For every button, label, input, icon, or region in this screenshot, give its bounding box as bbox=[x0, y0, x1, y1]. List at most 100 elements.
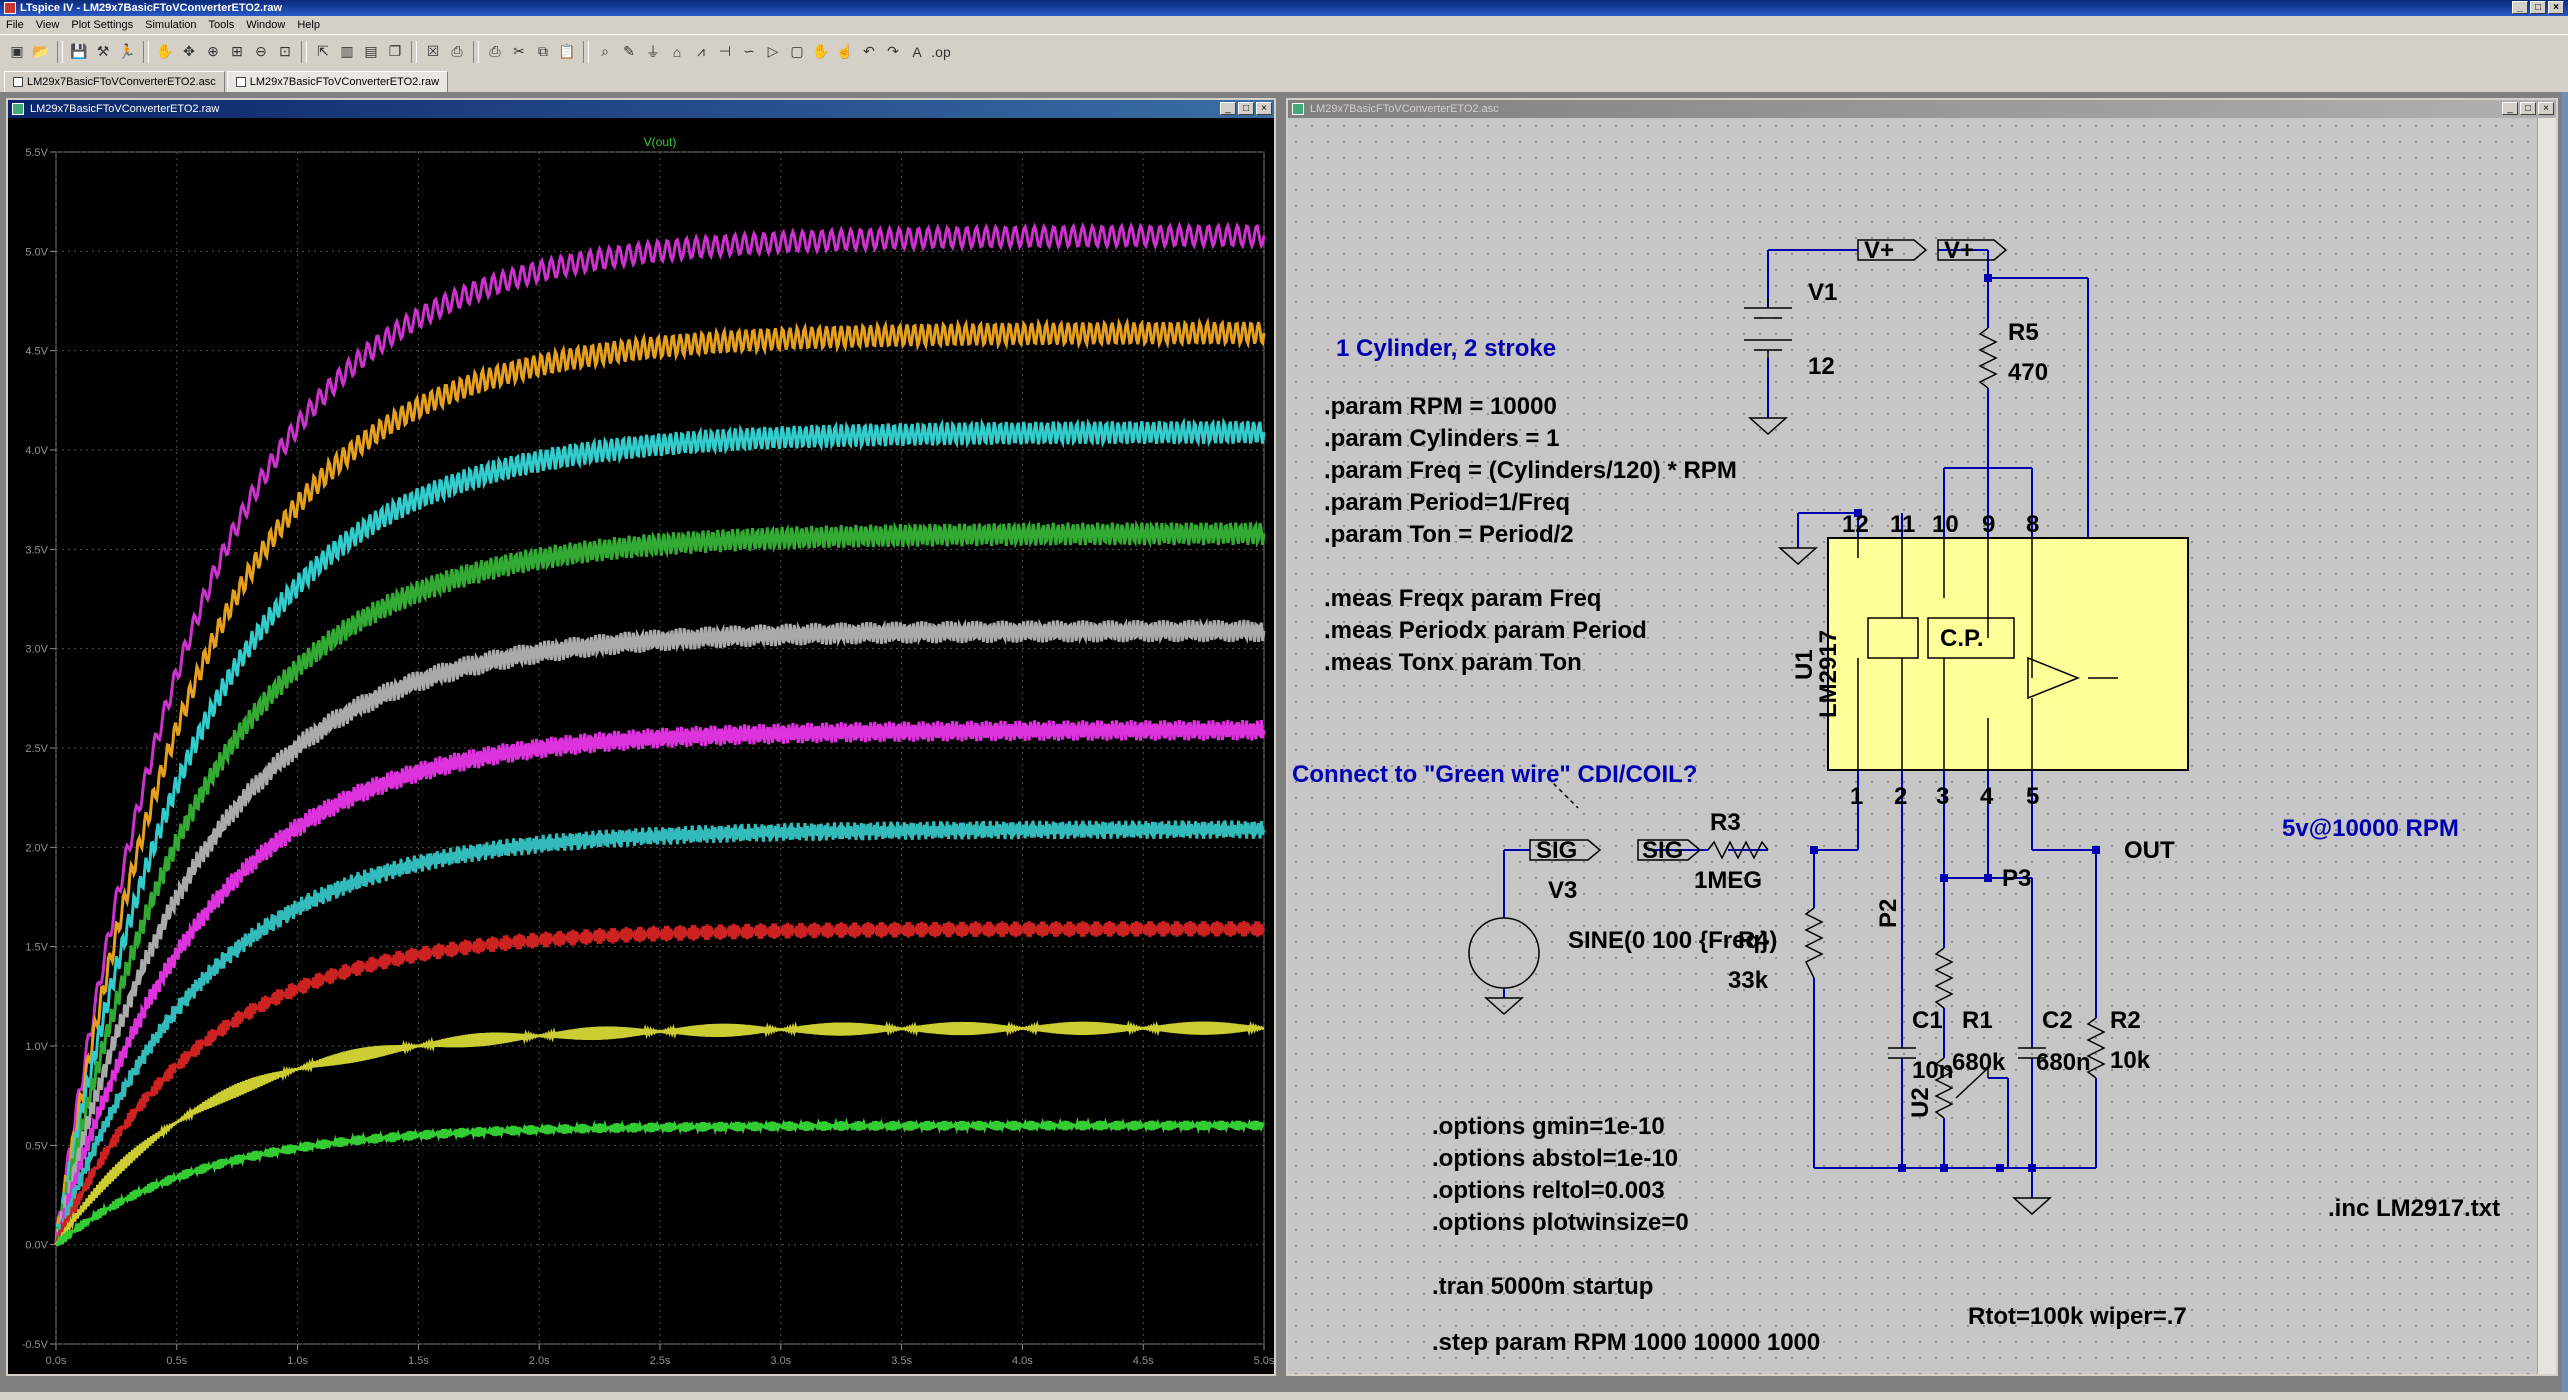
r2-value: 10k bbox=[2110, 1047, 2151, 1074]
c1-value: 10n bbox=[1912, 1057, 1953, 1084]
waveform-plot-area[interactable]: 5.5V 5.0V 4.5V 4.0V 3.5V 3.0V 2.5V 2.0V 1.5V 1.0V… bbox=[8, 118, 1275, 1374]
pin-10-label: 10 bbox=[1932, 511, 1959, 538]
wire-icon[interactable]: ✎ bbox=[618, 41, 640, 63]
cut-icon[interactable]: ✂ bbox=[508, 41, 530, 63]
toolbar-separator bbox=[143, 40, 149, 63]
zoom-out-icon[interactable]: ⊖ bbox=[250, 41, 272, 63]
print-icon[interactable]: ⎙ bbox=[484, 41, 506, 63]
undo-icon[interactable]: ↶ bbox=[858, 41, 880, 63]
schematic-file-icon bbox=[13, 77, 23, 87]
toolbar-separator bbox=[473, 40, 479, 63]
maximize-button[interactable]: □ bbox=[2530, 1, 2546, 14]
y-tick-label: 4.0V bbox=[25, 445, 48, 457]
minimize-button[interactable]: _ bbox=[2512, 1, 2528, 14]
y-tick-label: 2.5V bbox=[25, 743, 48, 755]
redo-icon[interactable]: ↷ bbox=[882, 41, 904, 63]
paste-icon[interactable]: 📋 bbox=[556, 41, 578, 63]
menu-plot-settings[interactable]: Plot Settings bbox=[65, 16, 139, 34]
vplus-flag-1[interactable]: V+ bbox=[1864, 237, 1894, 264]
tile-vertical-icon[interactable]: ▥ bbox=[336, 41, 358, 63]
label-icon[interactable]: ⌂ bbox=[666, 41, 688, 63]
menu-view[interactable]: View bbox=[30, 16, 66, 34]
x-tick-label: 0.5s bbox=[166, 1355, 187, 1367]
open-icon[interactable]: 📂 bbox=[30, 41, 52, 63]
run-icon[interactable]: 🏃 bbox=[116, 41, 138, 63]
close-window-icon[interactable]: ☒ bbox=[422, 41, 444, 63]
control-panel-icon[interactable]: ⚒ bbox=[92, 41, 114, 63]
autoscale-icon[interactable]: ⇱ bbox=[312, 41, 334, 63]
r5-value: 470 bbox=[2008, 359, 2048, 386]
y-tick-label: 2.0V bbox=[25, 842, 48, 854]
waveform-restore-button[interactable]: □ bbox=[1238, 102, 1254, 115]
y-tick-label: -0.5V bbox=[22, 1339, 49, 1351]
app-title: LTspice IV - LM29x7BasicFToVConverterETO… bbox=[20, 2, 283, 14]
zoom-fit-icon[interactable]: ⊡ bbox=[274, 41, 296, 63]
schematic-drawing[interactable]: V1 12 V+ V+ R5 470 12 11 10 9 8 1 2 3 4 … bbox=[1288, 118, 2538, 1374]
waveform-chart[interactable]: 5.5V 5.0V 4.5V 4.0V 3.5V 3.0V 2.5V 2.0V 1.5V 1.0V… bbox=[8, 118, 1275, 1374]
c1-label: C1 bbox=[1912, 1007, 1943, 1034]
move-icon[interactable]: ✋ bbox=[810, 41, 832, 63]
pin-12-label: 12 bbox=[1842, 511, 1869, 538]
menu-help[interactable]: Help bbox=[291, 16, 326, 34]
schematic-close-button[interactable]: × bbox=[2538, 102, 2554, 115]
component-icon[interactable]: ▢ bbox=[786, 41, 808, 63]
new-schematic-icon[interactable]: ▣ bbox=[6, 41, 28, 63]
x-tick-label: 0.0s bbox=[46, 1355, 67, 1367]
menu-file[interactable]: File bbox=[0, 16, 30, 34]
r4-label: R4 bbox=[1738, 927, 1769, 954]
ground-icon[interactable]: ⏚ bbox=[642, 41, 664, 63]
lm2917-label: LM2917 bbox=[1815, 630, 1842, 718]
x-tick-label: 2.5s bbox=[650, 1355, 671, 1367]
y-tick-label: 3.0V bbox=[25, 644, 48, 656]
y-tick-label: 1.5V bbox=[25, 942, 48, 954]
menu-tools[interactable]: Tools bbox=[203, 16, 241, 34]
diode-icon[interactable]: ▷ bbox=[762, 41, 784, 63]
drag-icon[interactable]: ☝ bbox=[834, 41, 856, 63]
waveform-minimize-button[interactable]: _ bbox=[1220, 102, 1236, 115]
waveform-window-titlebar[interactable]: LM29x7BasicFToVConverterETO2.raw _ □ × bbox=[8, 100, 1274, 118]
capacitor-icon[interactable]: ⊣ bbox=[714, 41, 736, 63]
inductor-icon[interactable]: ∽ bbox=[738, 41, 760, 63]
pan-icon[interactable]: ✥ bbox=[178, 41, 200, 63]
tab-schematic[interactable]: LM29x7BasicFToVConverterETO2.asc bbox=[4, 71, 225, 92]
r1-label: R1 bbox=[1962, 1007, 1993, 1034]
vplus-flag-2[interactable]: V+ bbox=[1944, 237, 1974, 264]
c2-label: C2 bbox=[2042, 1007, 2073, 1034]
x-tick-label: 5.0s bbox=[1254, 1355, 1274, 1367]
cascade-icon[interactable]: ❐ bbox=[384, 41, 406, 63]
zoom-in-icon[interactable]: ⊕ bbox=[202, 41, 224, 63]
print-preview-icon[interactable]: ⎙ bbox=[446, 41, 468, 63]
zoom-area-icon[interactable]: ⊞ bbox=[226, 41, 248, 63]
find-icon[interactable]: ⌕ bbox=[594, 41, 616, 63]
spice-directive-icon[interactable]: .op bbox=[930, 41, 952, 63]
param-line-1: .param RPM = 10000 bbox=[1324, 393, 1557, 420]
schematic-window-titlebar[interactable]: LM29x7BasicFToVConverterETO2.asc _ □ × bbox=[1288, 100, 2556, 118]
sig-flag-2[interactable]: SIG bbox=[1642, 837, 1683, 864]
tile-horizontal-icon[interactable]: ▤ bbox=[360, 41, 382, 63]
pin-9-label: 9 bbox=[1982, 511, 1995, 538]
lm2917-body[interactable] bbox=[1827, 537, 2189, 771]
toolbar-separator bbox=[411, 40, 417, 63]
halt-icon[interactable]: ✋ bbox=[154, 41, 176, 63]
toolbar: ▣ 📂 💾 ⚒ 🏃 ✋ ✥ ⊕ ⊞ ⊖ ⊡ ⇱ ▥ ▤ ❐ ☒ ⎙ ⎙ ✂ ⧉ 📋 ⌕ ✎ ⏚ ⌂ ⩘ ⊣ ∽ ▷ ▢ ✋ ☝ ↶ ↷ A .op bbox=[0, 34, 2568, 68]
close-button[interactable]: × bbox=[2548, 1, 2564, 14]
schematic-vertical-scrollbar[interactable] bbox=[2537, 118, 2556, 1374]
save-icon[interactable]: 💾 bbox=[68, 41, 90, 63]
status-bar bbox=[0, 1392, 2568, 1400]
resistor-icon[interactable]: ⩘ bbox=[690, 41, 712, 63]
menu-simulation[interactable]: Simulation bbox=[139, 16, 202, 34]
schematic-canvas[interactable]: V1 12 V+ V+ R5 470 12 11 10 9 8 1 2 3 4 … bbox=[1288, 118, 2538, 1374]
schematic-restore-button[interactable]: □ bbox=[2520, 102, 2536, 115]
y-tick-label: 5.5V bbox=[25, 147, 48, 159]
pin-1-label: 1 bbox=[1850, 783, 1863, 810]
sig-flag-1[interactable]: SIG bbox=[1536, 837, 1577, 864]
y-tick-label: 5.0V bbox=[25, 246, 48, 258]
toolbar-separator bbox=[57, 40, 63, 63]
param-line-3: .param Freq = (Cylinders/120) * RPM bbox=[1324, 457, 1737, 484]
copy-icon[interactable]: ⧉ bbox=[532, 41, 554, 63]
text-icon[interactable]: A bbox=[906, 41, 928, 63]
waveform-close-button[interactable]: × bbox=[1256, 102, 1272, 115]
tab-waveform[interactable]: LM29x7BasicFToVConverterETO2.raw bbox=[226, 71, 449, 92]
menu-window[interactable]: Window bbox=[240, 16, 291, 34]
schematic-minimize-button[interactable]: _ bbox=[2502, 102, 2518, 115]
